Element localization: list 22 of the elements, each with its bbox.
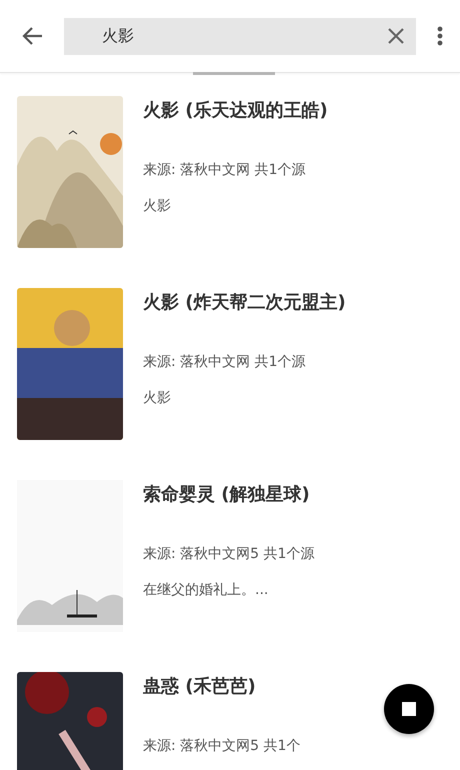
book-item[interactable]: 火影 (炸天帮二次元盟主) 来源: 落秋中文网 共1个源 火影 [0, 265, 460, 457]
back-arrow-icon [21, 26, 43, 46]
search-field[interactable]: 火影 [64, 18, 416, 54]
book-item[interactable]: 蛊惑 (禾芭芭) 来源: 落秋中文网5 共1个 [0, 649, 460, 770]
book-intro: 火影 [143, 389, 172, 407]
book-intro: 在继父的婚礼上。... [143, 581, 270, 599]
book-title: 蛊惑 (禾芭芭) [143, 675, 257, 699]
book-item[interactable]: 索命婴灵 (解独星球) 来源: 落秋中文网5 共1个源 在继父的婚礼上。... [0, 457, 460, 649]
book-source: 来源: 落秋中文网5 共1个 [143, 737, 300, 755]
clear-button[interactable] [388, 28, 404, 44]
book-intro: 火影 [143, 197, 172, 215]
book-item[interactable]: 火影 (乐天达观的王皓) 来源: 落秋中文网 共1个源 火影 [0, 73, 460, 265]
book-title: 火影 (炸天帮二次元盟主) [143, 291, 346, 315]
stop-button[interactable] [384, 684, 434, 734]
more-vertical-icon [437, 26, 443, 46]
book-title: 索命婴灵 (解独星球) [143, 483, 311, 507]
stop-icon [402, 702, 416, 716]
book-source: 来源: 落秋中文网 共1个源 [143, 353, 307, 371]
book-title: 火影 (乐天达观的王皓) [143, 99, 328, 123]
book-source: 来源: 落秋中文网 共1个源 [143, 161, 307, 179]
close-icon [388, 28, 404, 44]
book-source: 来源: 落秋中文网5 共1个源 [143, 545, 314, 563]
